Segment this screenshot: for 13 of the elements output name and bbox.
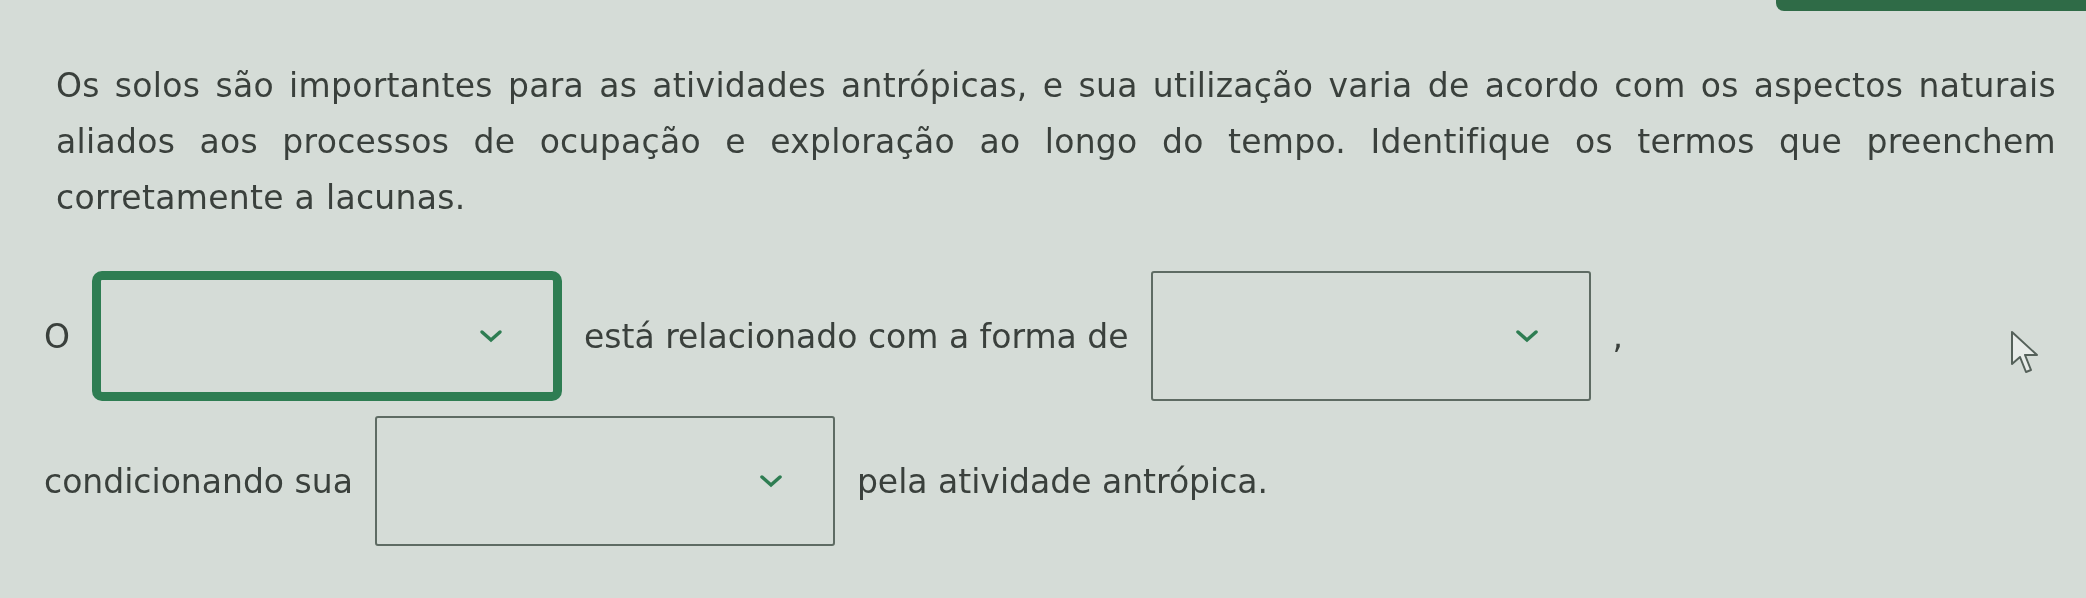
mouse-pointer-icon bbox=[2010, 330, 2040, 376]
sentence-text: está relacionado com a forma de bbox=[584, 316, 1129, 356]
answer-dropdown[interactable] bbox=[92, 271, 562, 401]
sentence-text: pela atividade antrópica. bbox=[856, 461, 1269, 501]
chevron-down-icon bbox=[1514, 329, 1539, 343]
sentence-text: O bbox=[44, 316, 70, 356]
chevron-down-icon bbox=[479, 329, 503, 343]
question-text: Os solos são importantes para as atividades antrópicas, e sua utilização varia de acordo com os aspectos naturais aliados aos processos de ocupação e exploração ao longo do tempo. Identifique os termos que preenchem corretamente a lacunas. bbox=[56, 65, 2056, 219]
sentence-text: condicionando sua bbox=[44, 461, 353, 501]
answer-dropdown[interactable] bbox=[1150, 271, 1591, 401]
sentence-text: , bbox=[1612, 316, 1624, 356]
chevron-down-icon bbox=[758, 474, 783, 488]
answer-dropdown[interactable] bbox=[374, 416, 835, 546]
